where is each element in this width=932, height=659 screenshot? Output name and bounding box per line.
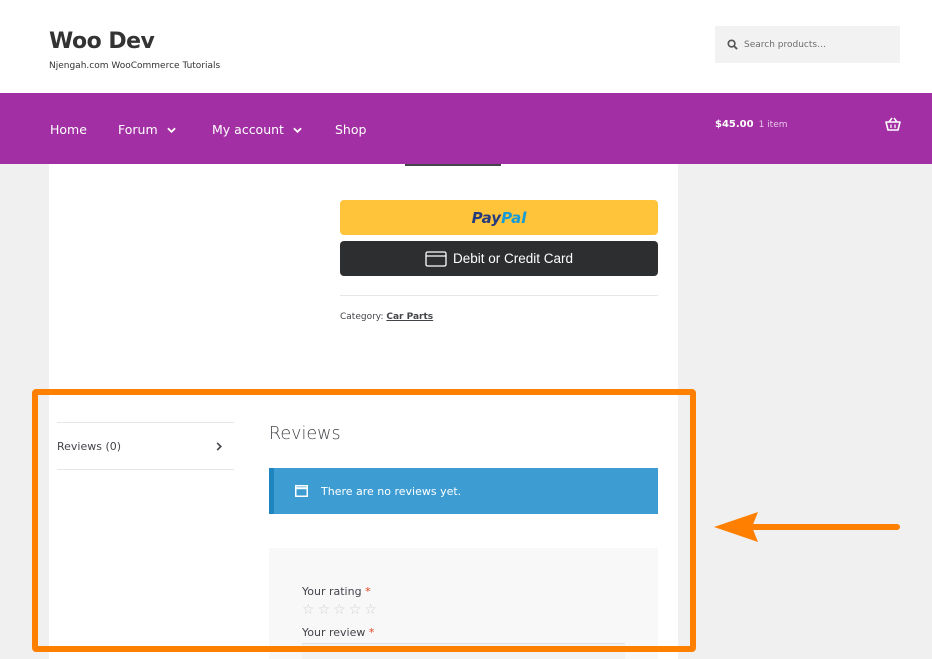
tab-reviews-label: Reviews (0) bbox=[57, 439, 122, 453]
required-marker: * bbox=[368, 626, 375, 639]
search-input[interactable] bbox=[744, 39, 894, 50]
paypal-logo-part2: Pal bbox=[501, 208, 527, 227]
site-tagline: Njengah.com WooCommerce Tutorials bbox=[49, 61, 221, 71]
star-rating[interactable]: ☆ ☆ ☆ ☆ ☆ bbox=[302, 602, 377, 618]
tab-reviews[interactable]: Reviews (0) bbox=[57, 423, 234, 469]
star-icon[interactable]: ☆ bbox=[302, 602, 315, 618]
review-label: Your review * bbox=[302, 626, 374, 639]
no-reviews-notice: There are no reviews yet. bbox=[269, 468, 658, 514]
reviews-heading: Reviews bbox=[269, 424, 341, 444]
rating-label-text: Your rating bbox=[302, 585, 362, 598]
nav-item-label: Shop bbox=[335, 122, 367, 137]
paypal-logo-part1: Pay bbox=[471, 208, 502, 227]
cart-summary[interactable]: $45.00 1 item bbox=[715, 119, 788, 130]
site-title[interactable]: Woo Dev bbox=[49, 29, 155, 54]
star-icon[interactable]: ☆ bbox=[318, 602, 331, 618]
arrow-left-icon bbox=[714, 512, 900, 542]
nav-item-shop[interactable]: Shop bbox=[335, 122, 366, 137]
cart-amount: $45.00 bbox=[715, 119, 754, 130]
rating-label: Your rating * bbox=[302, 585, 371, 598]
chevron-right-icon bbox=[216, 441, 222, 451]
chevron-down-icon bbox=[293, 127, 302, 133]
primary-navigation: Home Forum My account Shop $45.00 1 item bbox=[0, 93, 932, 164]
card-button-label: Debit or Credit Card bbox=[452, 251, 574, 266]
review-textarea[interactable] bbox=[302, 643, 625, 659]
nav-item-home[interactable]: Home bbox=[50, 122, 87, 137]
nav-item-label: Forum bbox=[118, 122, 158, 137]
basket-icon[interactable] bbox=[885, 117, 901, 131]
credit-card-icon bbox=[425, 250, 447, 267]
search-icon bbox=[727, 39, 738, 50]
nav-item-my-account[interactable]: My account bbox=[212, 122, 302, 137]
chevron-down-icon bbox=[166, 127, 176, 133]
category-link[interactable]: Car Parts bbox=[386, 312, 433, 322]
browser-window-icon bbox=[295, 485, 308, 497]
paypal-button[interactable]: Pay Pal bbox=[340, 200, 658, 235]
category-label: Category: bbox=[340, 312, 384, 322]
nav-item-label: My account bbox=[212, 122, 284, 137]
debit-credit-card-button[interactable]: Debit or Credit Card bbox=[340, 241, 658, 276]
star-icon[interactable]: ☆ bbox=[364, 602, 377, 618]
nav-item-forum[interactable]: Forum bbox=[118, 122, 176, 137]
review-label-text: Your review bbox=[302, 626, 366, 639]
search-box[interactable] bbox=[715, 26, 900, 63]
required-marker: * bbox=[365, 585, 371, 598]
site-header: Woo Dev Njengah.com WooCommerce Tutorial… bbox=[0, 0, 932, 93]
star-icon[interactable]: ☆ bbox=[333, 602, 346, 618]
cart-count: 1 item bbox=[758, 120, 788, 130]
product-category: Category: Car Parts bbox=[340, 312, 433, 322]
star-icon[interactable]: ☆ bbox=[349, 602, 362, 618]
tab-divider-bottom bbox=[57, 469, 234, 470]
divider bbox=[340, 295, 658, 296]
notice-text: There are no reviews yet. bbox=[321, 484, 462, 498]
nav-item-label: Home bbox=[50, 122, 87, 137]
quantity-underline bbox=[405, 164, 501, 166]
